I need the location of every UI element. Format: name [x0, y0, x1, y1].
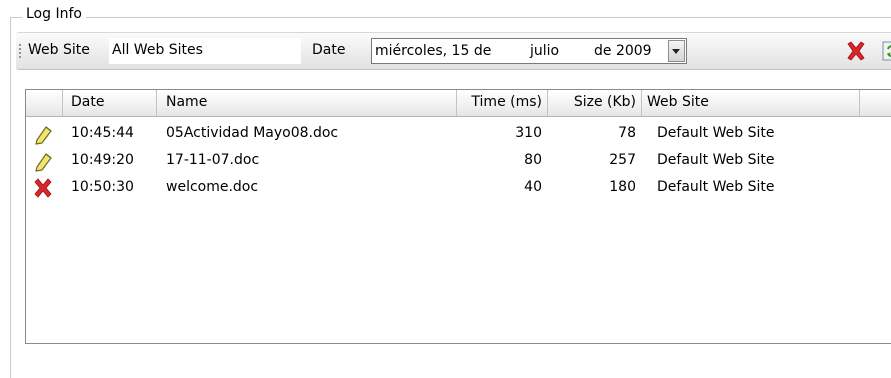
error-x-icon	[34, 178, 52, 198]
website-select-value: All Web Sites	[112, 42, 203, 58]
date-year-field[interactable]: de 2009	[594, 43, 652, 59]
row-name: welcome.doc	[166, 179, 259, 195]
delete-icon[interactable]	[844, 39, 868, 63]
row-date: 10:49:20	[71, 152, 134, 168]
row-website: Default Web Site	[657, 125, 775, 141]
row-size: 78	[618, 125, 636, 141]
column-header-date[interactable]: Date	[63, 90, 157, 116]
group-title: Log Info	[22, 6, 86, 22]
table-row[interactable]: 10:45:44 05Actividad Mayo08.doc 310 78 D…	[26, 121, 891, 148]
toolbar-grip-icon[interactable]	[19, 43, 21, 59]
table-row[interactable]: 10:49:20 17-11-07.doc 80 257 Default Web…	[26, 148, 891, 175]
row-time: 80	[524, 152, 542, 168]
toolbar: Web Site All Web Sites Date miércoles, 1…	[16, 32, 891, 70]
row-time: 310	[515, 125, 542, 141]
row-time: 40	[524, 179, 542, 195]
row-size: 180	[609, 179, 636, 195]
grid-header: Date Name Time (ms) Size (Kb) Web Site	[26, 90, 891, 117]
date-month-field[interactable]: julio	[530, 43, 559, 59]
website-label: Web Site	[28, 42, 90, 58]
row-date: 10:45:44	[71, 125, 134, 141]
pencil-icon	[35, 126, 52, 145]
row-name: 05Actividad Mayo08.doc	[166, 125, 339, 141]
chevron-down-icon	[672, 49, 680, 54]
column-header-size[interactable]: Size (Kb)	[548, 90, 642, 116]
date-day-field[interactable]: miércoles, 15 de	[375, 43, 491, 59]
column-header-website[interactable]: Web Site	[642, 90, 860, 116]
pencil-icon	[35, 153, 52, 172]
column-header-time[interactable]: Time (ms)	[457, 90, 548, 116]
date-dropdown-button[interactable]	[668, 40, 685, 62]
row-date: 10:50:30	[71, 179, 134, 195]
row-website: Default Web Site	[657, 152, 775, 168]
row-size: 257	[609, 152, 636, 168]
date-picker[interactable]: miércoles, 15 de julio de 2009	[371, 38, 687, 64]
column-header-status[interactable]	[26, 90, 63, 116]
row-website: Default Web Site	[657, 179, 775, 195]
row-name: 17-11-07.doc	[166, 152, 260, 168]
refresh-icon[interactable]	[882, 41, 891, 61]
column-header-name[interactable]: Name	[157, 90, 457, 116]
table-row[interactable]: 10:50:30 welcome.doc 40 180 Default Web …	[26, 175, 891, 202]
website-select[interactable]: All Web Sites	[109, 38, 393, 64]
date-label: Date	[312, 42, 346, 58]
log-grid[interactable]: Date Name Time (ms) Size (Kb) Web Site 1…	[25, 89, 891, 344]
